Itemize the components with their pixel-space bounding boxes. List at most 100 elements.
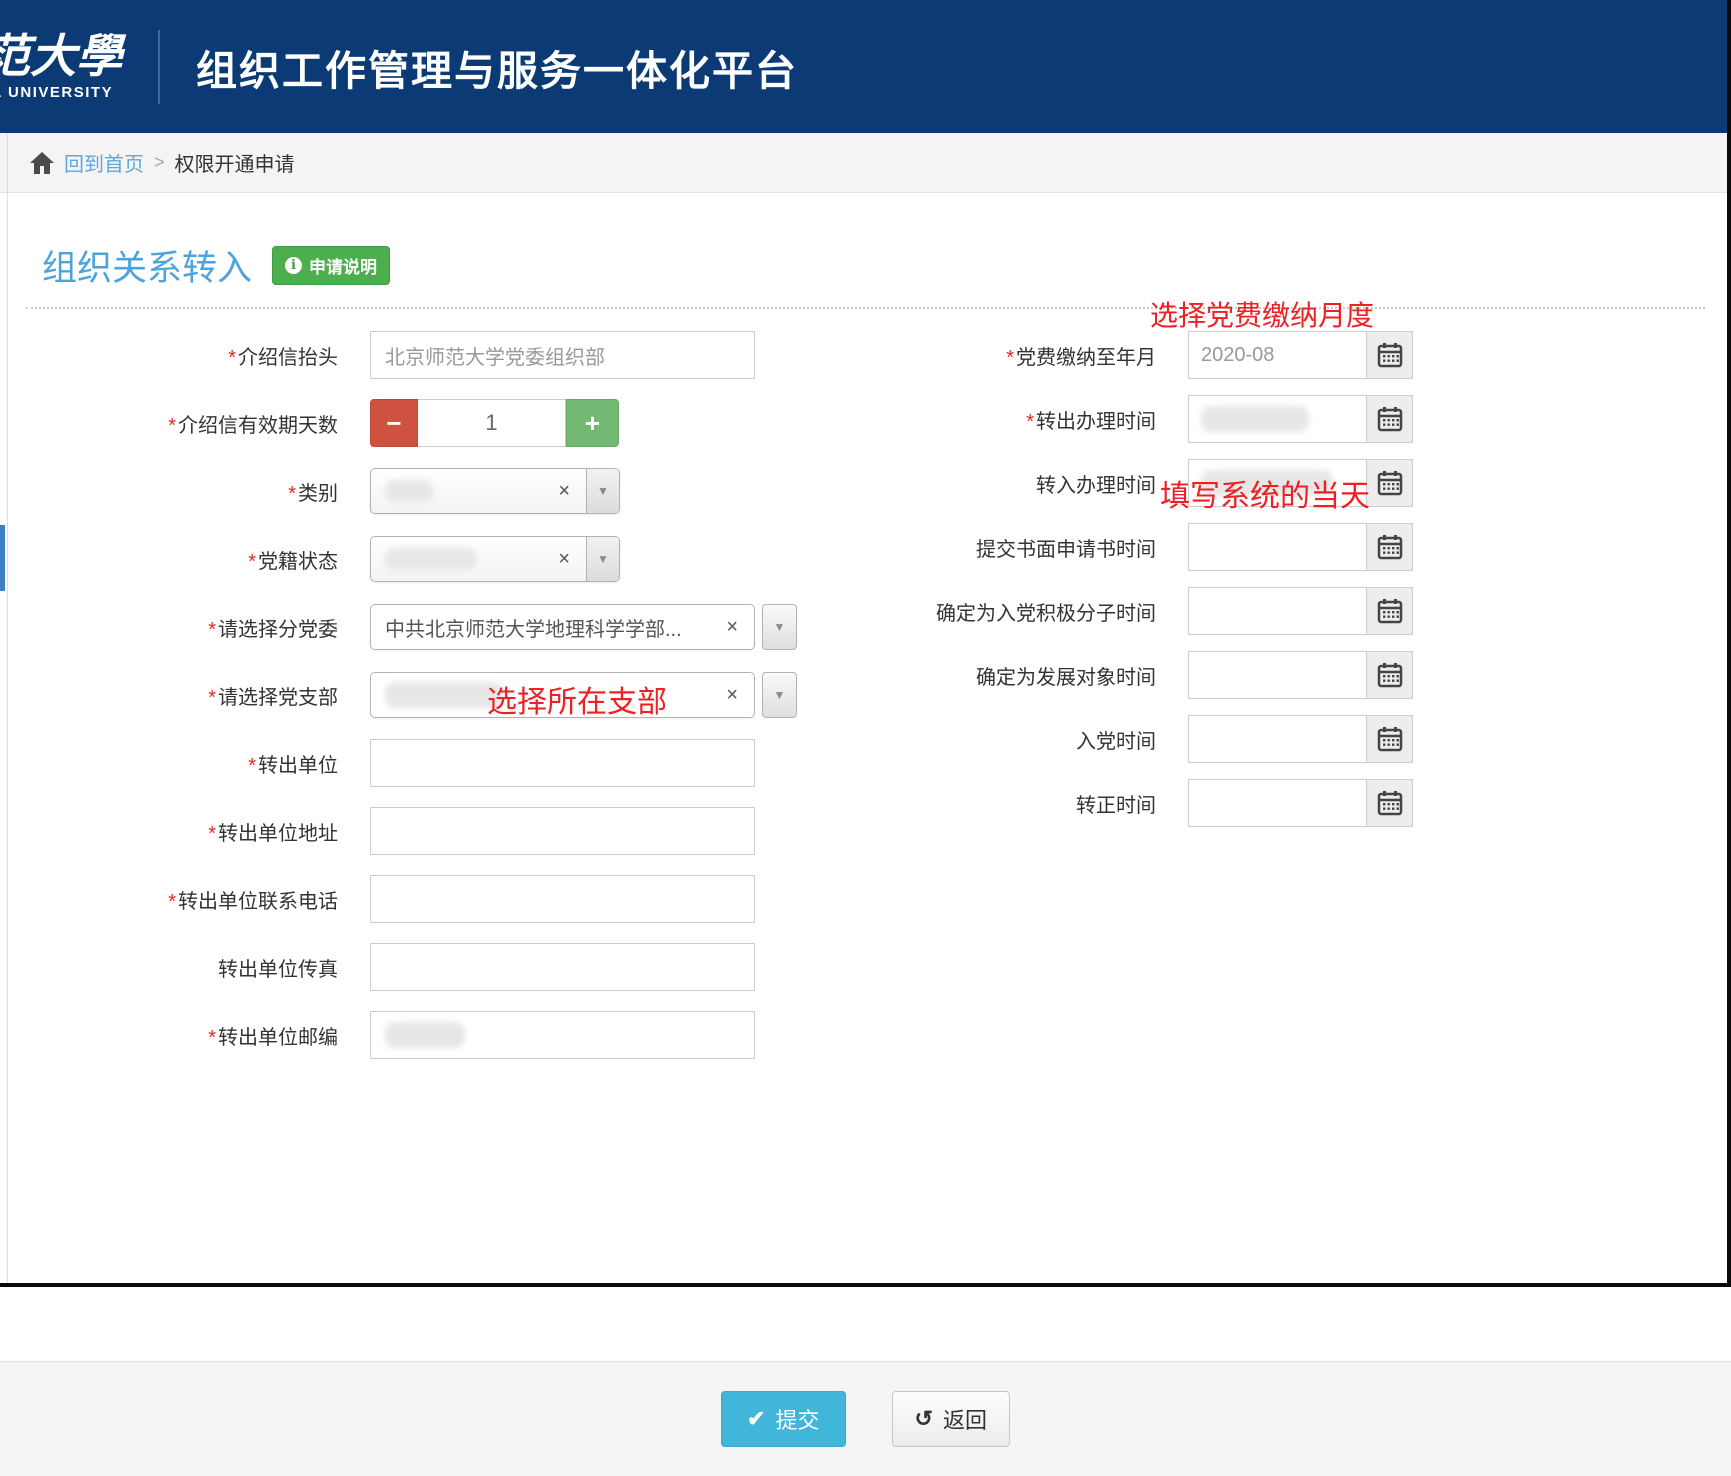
field-label: 转正时间: [1076, 795, 1156, 817]
activist-confirm-date-input[interactable]: [1189, 588, 1366, 634]
field-label: 提交书面申请书时间: [976, 539, 1156, 561]
row-transfer-out-unit: *转出单位: [0, 739, 810, 787]
row-category: *类别 × ▼: [0, 467, 810, 515]
app-title: 组织工作管理与服务一体化平台: [196, 37, 798, 97]
chevron-down-icon[interactable]: ▼: [586, 537, 619, 581]
intro-letter-title-input[interactable]: [370, 331, 755, 379]
category-select[interactable]: × ▼: [370, 468, 620, 514]
join-party-date-input[interactable]: [1189, 716, 1366, 762]
sidebar-toggle-tab[interactable]: [0, 525, 5, 591]
development-target-date-input[interactable]: [1189, 652, 1366, 698]
field-label: 转出单位邮编: [218, 1027, 338, 1049]
written-application-date-group: [1188, 523, 1413, 571]
row-join-party-date: 入党时间: [830, 715, 1430, 763]
transfer-out-fax-input[interactable]: [370, 943, 755, 991]
calendar-icon[interactable]: [1366, 588, 1412, 634]
required-mark: *: [228, 347, 236, 369]
chevron-down-icon[interactable]: ▼: [762, 672, 797, 718]
back-label: 返回: [943, 1403, 987, 1435]
transfer-out-date-input[interactable]: [1189, 396, 1366, 442]
written-application-date-input[interactable]: [1189, 524, 1366, 570]
header-divider: [158, 30, 160, 104]
minus-button[interactable]: −: [370, 399, 418, 447]
field-label: 类别: [298, 483, 338, 505]
selected-value: 中共北京师范大学地理科学学部...: [385, 613, 682, 642]
row-sub-committee: *请选择分党委 中共北京师范大学地理科学学部... × ▼: [0, 603, 810, 651]
form-footer: ✔ 提交 ↺ 返回: [0, 1361, 1731, 1476]
calendar-icon[interactable]: [1366, 460, 1412, 506]
row-transfer-out-fax: 转出单位传真: [0, 943, 810, 991]
home-icon[interactable]: [30, 152, 54, 174]
required-mark: *: [1026, 411, 1034, 433]
field-label: 党费缴纳至年月: [1016, 347, 1156, 369]
transfer-out-phone-input[interactable]: [370, 875, 755, 923]
transfer-out-unit-input[interactable]: [370, 739, 755, 787]
join-party-date-group: [1188, 715, 1413, 763]
back-button[interactable]: ↺ 返回: [892, 1391, 1010, 1447]
row-party-branch: *请选择党支部 × ▼: [0, 671, 810, 719]
plus-button[interactable]: +: [566, 399, 619, 447]
redacted-value: [1201, 470, 1333, 496]
row-transfer-out-date: *转出办理时间: [830, 395, 1430, 443]
field-label: 确定为入党积极分子时间: [936, 603, 1156, 625]
field-label: 介绍信抬头: [238, 347, 338, 369]
page-title: 组织关系转入: [42, 240, 252, 291]
window-border-bottom: [0, 1283, 1731, 1287]
breadcrumb-home-link[interactable]: 回到首页: [64, 148, 144, 177]
field-label: 转出单位地址: [218, 823, 338, 845]
field-label: 介绍信有效期天数: [178, 415, 338, 437]
field-label: 入党时间: [1076, 731, 1156, 753]
university-logo: 范大學 L UNIVERSITY: [0, 32, 148, 101]
row-transfer-out-address: *转出单位地址: [0, 807, 810, 855]
logo-english: L UNIVERSITY: [0, 84, 148, 101]
transfer-in-date-input[interactable]: [1189, 460, 1366, 506]
validity-days-input[interactable]: [418, 399, 566, 447]
required-mark: *: [248, 551, 256, 573]
transfer-out-address-input[interactable]: [370, 807, 755, 855]
calendar-icon[interactable]: [1366, 652, 1412, 698]
field-label: 转出单位联系电话: [178, 891, 338, 913]
calendar-icon[interactable]: [1366, 332, 1412, 378]
calendar-icon[interactable]: [1366, 780, 1412, 826]
app-header: 范大學 L UNIVERSITY 组织工作管理与服务一体化平台: [0, 0, 1731, 133]
party-branch-select[interactable]: ×: [370, 672, 755, 718]
row-party-status: *党籍状态 × ▼: [0, 535, 810, 583]
clear-icon[interactable]: ×: [726, 617, 740, 637]
row-activist-confirm-date: 确定为入党积极分子时间: [830, 587, 1430, 635]
required-mark: *: [168, 891, 176, 913]
redacted-value: [385, 682, 503, 708]
clear-icon[interactable]: ×: [726, 685, 740, 705]
calendar-icon[interactable]: [1366, 396, 1412, 442]
calendar-icon[interactable]: [1366, 524, 1412, 570]
required-mark: *: [208, 619, 216, 641]
transfer-out-postcode-input[interactable]: [370, 1011, 755, 1059]
required-mark: *: [208, 1027, 216, 1049]
application-instructions-button[interactable]: i 申请说明: [272, 246, 390, 285]
clear-icon[interactable]: ×: [558, 481, 570, 501]
fee-paid-until-group: 2020-08: [1188, 331, 1413, 379]
chevron-down-icon[interactable]: ▼: [762, 604, 797, 650]
row-written-application-date: 提交书面申请书时间: [830, 523, 1430, 571]
clear-icon[interactable]: ×: [558, 549, 570, 569]
transfer-form: 选择党费缴纳月度 填写系统的当天 选择所在支部 *介绍信抬头 *介绍信有效期天数…: [0, 331, 1731, 1083]
redacted-value: [385, 1022, 465, 1048]
party-status-select[interactable]: × ▼: [370, 536, 620, 582]
calendar-icon[interactable]: [1366, 716, 1412, 762]
required-mark: *: [208, 687, 216, 709]
sub-committee-select[interactable]: 中共北京师范大学地理科学学部... ×: [370, 604, 755, 650]
required-mark: *: [208, 823, 216, 845]
row-development-target-date: 确定为发展对象时间: [830, 651, 1430, 699]
submit-button[interactable]: ✔ 提交: [721, 1391, 845, 1447]
field-label: 确定为发展对象时间: [976, 667, 1156, 689]
redacted-value: [385, 548, 477, 570]
row-intro-letter-title: *介绍信抬头: [0, 331, 810, 379]
fee-paid-until-input[interactable]: 2020-08: [1189, 332, 1366, 378]
full-member-date-input[interactable]: [1189, 780, 1366, 826]
window-border-right: [1727, 0, 1731, 1287]
field-label: 请选择党支部: [218, 687, 338, 709]
redacted-value: [1201, 406, 1309, 432]
annotation-fee-month: 选择党费缴纳月度: [1150, 294, 1374, 334]
chevron-down-icon[interactable]: ▼: [586, 469, 619, 513]
required-mark: *: [288, 483, 296, 505]
dotted-separator: [26, 307, 1705, 309]
